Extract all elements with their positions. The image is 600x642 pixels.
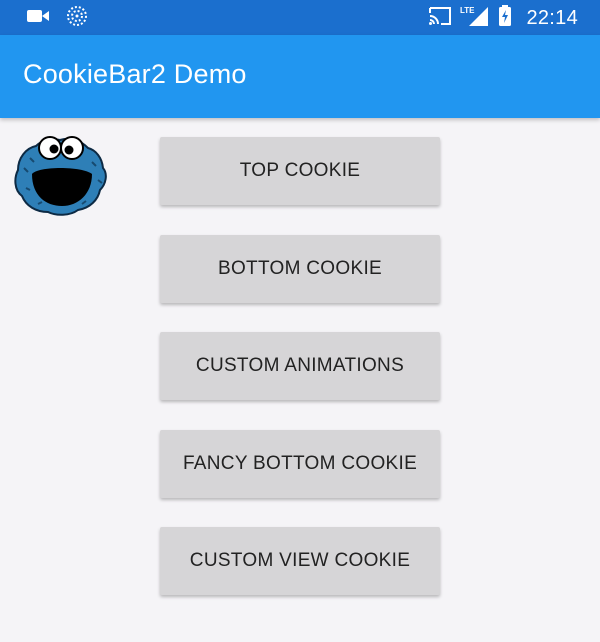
status-bar: LTE 22:14 bbox=[0, 0, 600, 35]
lte-signal-icon: LTE bbox=[460, 5, 490, 32]
custom-view-cookie-button[interactable]: CUSTOM VIEW COOKIE bbox=[160, 527, 440, 595]
status-clock: 22:14 bbox=[526, 6, 578, 29]
app-title: CookieBar2 Demo bbox=[23, 59, 247, 89]
sync-icon bbox=[66, 5, 88, 32]
top-cookie-button[interactable]: TOP COOKIE bbox=[160, 137, 440, 205]
svg-text:LTE: LTE bbox=[460, 6, 475, 15]
status-left-icons bbox=[26, 5, 88, 32]
cast-icon bbox=[428, 6, 452, 31]
fancy-bottom-cookie-button[interactable]: FANCY BOTTOM COOKIE bbox=[160, 430, 440, 498]
bottom-cookie-button[interactable]: BOTTOM COOKIE bbox=[160, 235, 440, 303]
app-bar: CookieBar2 Demo bbox=[0, 35, 600, 118]
status-right-icons: LTE 22:14 bbox=[428, 4, 578, 32]
custom-animations-button[interactable]: CUSTOM ANIMATIONS bbox=[160, 332, 440, 400]
battery-icon bbox=[498, 4, 512, 32]
video-camera-icon bbox=[26, 8, 50, 29]
cookie-monster-icon bbox=[12, 128, 108, 216]
